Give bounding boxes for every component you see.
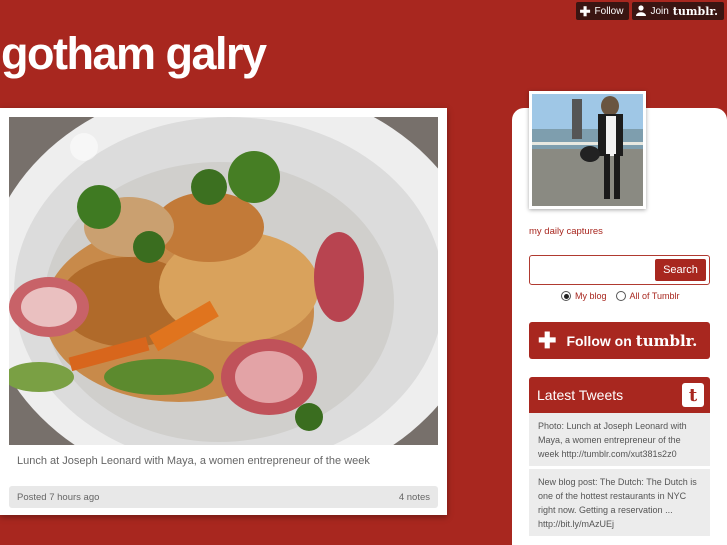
tweet-item[interactable]: New blog post: The Dutch: The Dutch is o… xyxy=(529,469,710,539)
radio-my-blog[interactable] xyxy=(561,291,571,301)
tumblr-controls: ✚ Follow Join tumblr. xyxy=(575,2,724,20)
plus-icon: ✚ xyxy=(538,327,557,353)
avatar-image xyxy=(532,94,643,206)
plus-icon: ✚ xyxy=(579,3,591,19)
post-meta-bar: Posted 7 hours ago 4 notes xyxy=(9,486,438,508)
post-notes[interactable]: 4 notes xyxy=(399,492,430,503)
blog-description: my daily captures xyxy=(529,226,603,237)
post-photo[interactable] xyxy=(9,117,438,445)
search-scope: My blog All of Tumblr xyxy=(561,291,689,301)
search-form: Search xyxy=(529,255,710,285)
photo-post: Lunch at Joseph Leonard with Maya, a wom… xyxy=(0,108,447,515)
follow-on-text: Follow on xyxy=(566,332,632,349)
radio-my-blog-label[interactable]: My blog xyxy=(575,291,607,301)
tumblr-brand: tumblr. xyxy=(672,4,718,18)
search-input[interactable] xyxy=(532,259,654,281)
twitter-icon[interactable]: t xyxy=(682,383,704,407)
blog-title[interactable]: gotham galry xyxy=(1,28,267,80)
post-caption: Lunch at Joseph Leonard with Maya, a wom… xyxy=(17,455,370,467)
radio-all-tumblr[interactable] xyxy=(615,291,626,301)
follow-on-tumblr-button[interactable]: ✚ Follow on tumblr. xyxy=(529,322,710,359)
search-button[interactable]: Search xyxy=(655,259,706,281)
tumblr-logo: tumblr. xyxy=(635,331,698,350)
post-timestamp[interactable]: Posted 7 hours ago xyxy=(17,492,99,503)
radio-all-tumblr-label[interactable]: All of Tumblr xyxy=(630,291,680,301)
latest-tweets-header: Latest Tweets t xyxy=(529,377,710,413)
latest-tweets-title: Latest Tweets xyxy=(537,387,624,403)
avatar[interactable] xyxy=(529,91,646,209)
follow-label: Follow xyxy=(594,5,624,17)
tweet-list: Photo: Lunch at Joseph Leonard with Maya… xyxy=(529,413,710,539)
join-tumblr-button[interactable]: Join tumblr. xyxy=(632,2,724,20)
follow-button[interactable]: ✚ Follow xyxy=(575,2,630,20)
tweet-item[interactable]: Photo: Lunch at Joseph Leonard with Maya… xyxy=(529,413,710,469)
user-icon xyxy=(636,4,647,18)
join-label: Join xyxy=(650,5,669,17)
